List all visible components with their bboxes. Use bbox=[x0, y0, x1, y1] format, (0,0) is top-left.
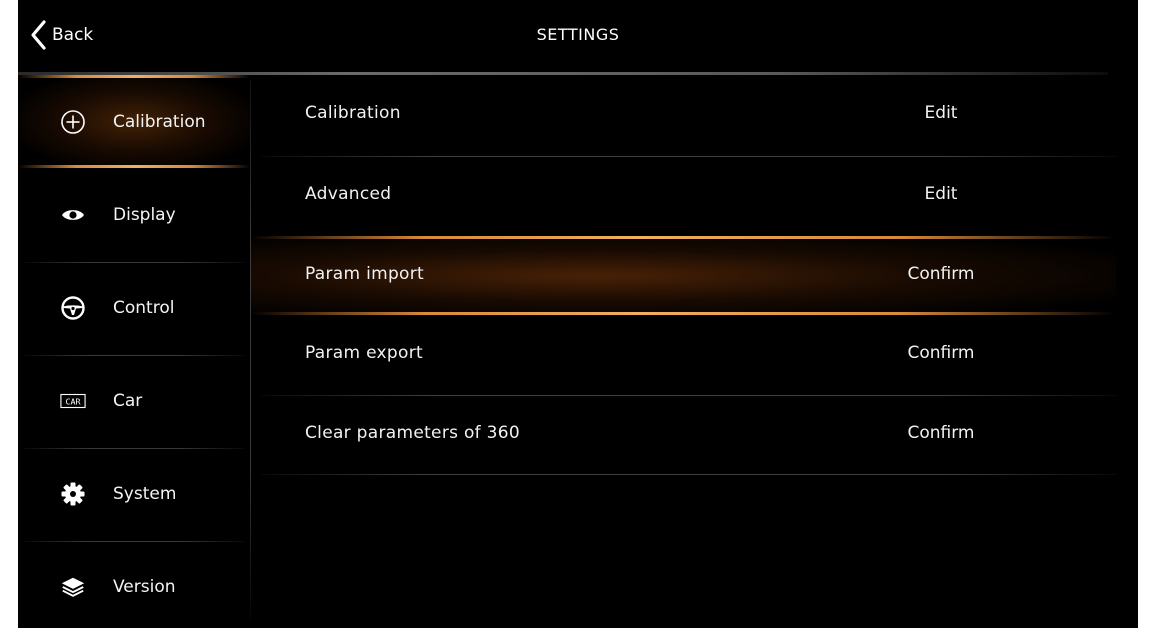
row-label: Advanced bbox=[305, 184, 392, 204]
sidebar-item-label: Calibration bbox=[113, 111, 206, 132]
list-item-calibration[interactable]: Calibration Edit bbox=[251, 75, 1116, 155]
sidebar-item-label: System bbox=[113, 483, 177, 504]
header-bar: Back SETTINGS bbox=[18, 0, 1138, 70]
sidebar-item-version[interactable]: Version bbox=[18, 540, 250, 628]
eye-icon bbox=[60, 202, 86, 228]
row-label: Calibration bbox=[305, 103, 401, 123]
sidebar-item-label: Display bbox=[113, 204, 176, 225]
gear-icon bbox=[60, 481, 86, 507]
row-label: Clear parameters of 360 bbox=[305, 423, 521, 443]
sidebar: Calibration Display Control CAR Car Syst… bbox=[18, 75, 250, 628]
edit-button[interactable]: Edit bbox=[871, 184, 1011, 204]
sidebar-item-label: Version bbox=[113, 576, 176, 597]
sidebar-item-calibration[interactable]: Calibration bbox=[18, 75, 250, 168]
svg-text:CAR: CAR bbox=[65, 396, 81, 406]
plus-circle-icon bbox=[60, 109, 86, 135]
settings-screen: Back SETTINGS Calibration Display Contro… bbox=[18, 0, 1138, 628]
confirm-button[interactable]: Confirm bbox=[871, 423, 1011, 443]
list-item-param-export[interactable]: Param export Confirm bbox=[251, 315, 1116, 395]
sidebar-item-display[interactable]: Display bbox=[18, 168, 250, 261]
list-item-clear-parameters[interactable]: Clear parameters of 360 Confirm bbox=[251, 395, 1116, 475]
sidebar-item-system[interactable]: System bbox=[18, 447, 250, 540]
sidebar-item-control[interactable]: Control bbox=[18, 261, 250, 354]
car-badge-icon: CAR bbox=[60, 388, 86, 414]
active-glow-top bbox=[251, 236, 1116, 239]
row-label: Param import bbox=[305, 264, 425, 284]
page-title: SETTINGS bbox=[536, 25, 620, 44]
settings-list: Calibration Edit Advanced Edit Param imp… bbox=[251, 75, 1138, 628]
sidebar-item-label: Car bbox=[113, 390, 143, 411]
list-item-param-import[interactable]: Param import Confirm bbox=[251, 236, 1116, 316]
confirm-button[interactable]: Confirm bbox=[871, 264, 1011, 284]
row-divider bbox=[261, 474, 1116, 475]
list-item-advanced[interactable]: Advanced Edit bbox=[251, 156, 1116, 236]
sidebar-item-label: Control bbox=[113, 297, 175, 318]
active-glow-top bbox=[18, 75, 250, 78]
steering-wheel-icon bbox=[60, 295, 86, 321]
confirm-button[interactable]: Confirm bbox=[871, 343, 1011, 363]
row-label: Param export bbox=[305, 343, 423, 363]
edit-button[interactable]: Edit bbox=[871, 103, 1011, 123]
sidebar-item-car[interactable]: CAR Car bbox=[18, 354, 250, 447]
layers-icon bbox=[60, 574, 86, 600]
